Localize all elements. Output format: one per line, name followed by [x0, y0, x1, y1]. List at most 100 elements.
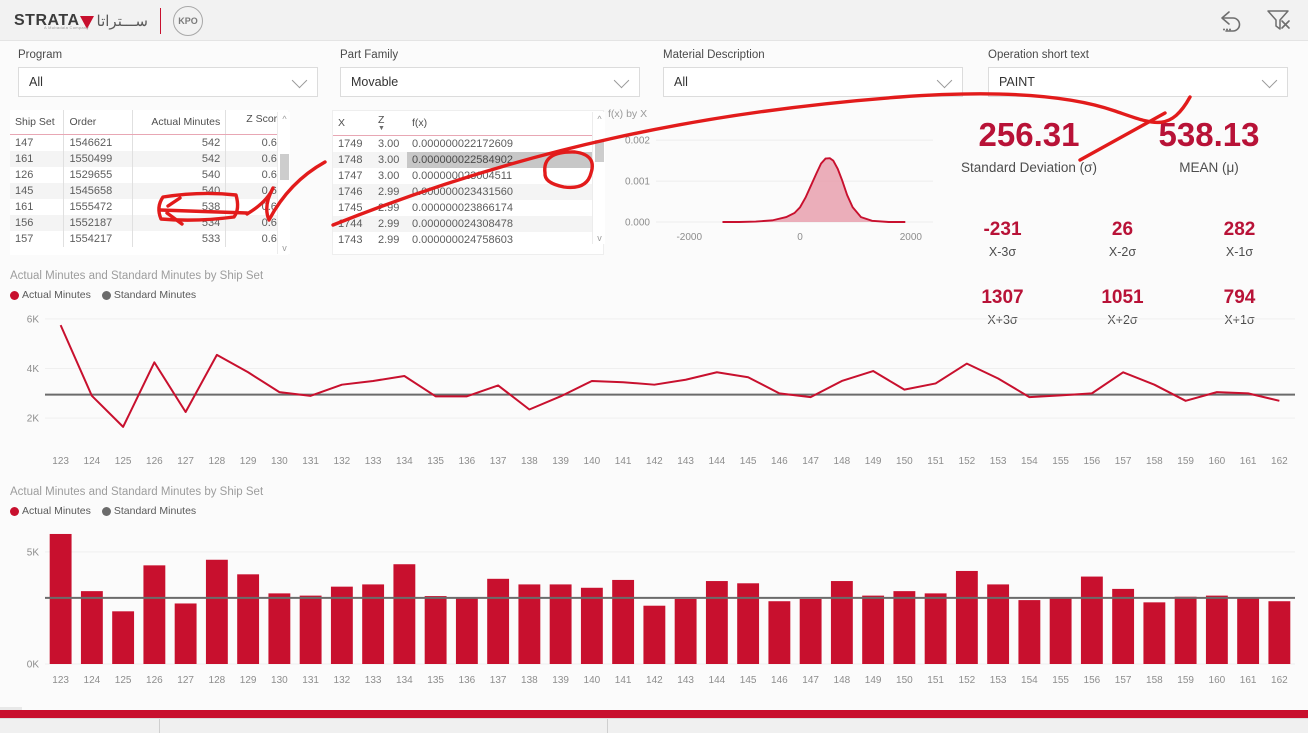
svg-text:153: 153 [990, 675, 1007, 686]
table-row[interactable]: 161 1555472 538 0.61 [10, 199, 288, 215]
cell-x: 1748 [338, 154, 363, 166]
table-row[interactable]: 1745 2.99 0.000000023866174 [333, 200, 603, 216]
svg-text:139: 139 [552, 675, 569, 686]
filter-part-family-dropdown[interactable]: Movable [340, 67, 640, 97]
scroll-down-icon[interactable]: v [593, 231, 606, 244]
column-header-ship-set[interactable]: Ship Set [10, 110, 64, 135]
kpi-x-minus-2-sigma-label: X-2σ [1108, 245, 1137, 259]
cell-order: 1550499 [63, 151, 133, 167]
svg-text:130: 130 [271, 456, 288, 467]
kpi-card-x-minus-1-sigma[interactable]: 282 X-1σ [1182, 220, 1297, 259]
column-header-order[interactable]: Order [63, 110, 133, 135]
svg-text:126: 126 [146, 456, 163, 467]
legend-label: Actual Minutes [22, 505, 91, 517]
column-header-z[interactable]: Z ▼ [373, 111, 407, 136]
filter-part-family-value: Movable [351, 75, 399, 89]
cell-fx: 0.000000023866174 [412, 202, 513, 214]
cell-ship-set: 126 [15, 169, 34, 181]
svg-text:158: 158 [1146, 675, 1163, 686]
fx-table-scrollbar[interactable]: ^ v [592, 112, 605, 244]
cell-z: 2.99 [378, 186, 400, 198]
scrollbar-thumb[interactable] [595, 140, 604, 162]
strata-arabic-wordmark: ســـتراتا [96, 13, 148, 30]
column-header-fx[interactable]: f(x) [407, 111, 603, 136]
bar-chart-legend[interactable]: Actual Minutes Standard Minutes [10, 505, 1300, 517]
svg-text:5K: 5K [27, 547, 40, 558]
svg-text:125: 125 [115, 675, 132, 686]
svg-text:129: 129 [240, 675, 257, 686]
legend-item-actual-minutes[interactable]: Actual Minutes [10, 289, 91, 301]
svg-text:161: 161 [1240, 456, 1257, 467]
filter-program-dropdown[interactable]: All [18, 67, 318, 97]
kpi-card-x-minus-2-sigma[interactable]: 26 X-2σ [1065, 220, 1180, 259]
svg-text:127: 127 [177, 456, 194, 467]
table-row[interactable]: 1746 2.99 0.000000023431560 [333, 184, 603, 200]
svg-text:4K: 4K [27, 364, 40, 375]
bar-chart-visual[interactable]: Actual Minutes and Standard Minutes by S… [10, 486, 1300, 701]
scroll-up-icon[interactable]: ^ [593, 112, 606, 125]
ship-set-table[interactable]: Ship SetOrderActual MinutesZ Score▼ 147 1… [10, 110, 288, 247]
table-row[interactable]: 1748 3.00 0.000000022584902 [333, 152, 603, 168]
svg-text:162: 162 [1271, 456, 1288, 467]
column-header-actual-minutes[interactable]: Actual Minutes [131, 110, 226, 135]
cell-fx: 0.000000023431560 [412, 186, 513, 198]
kpi-card-mean[interactable]: 538.13 MEAN (μ) [1120, 118, 1298, 175]
legend-color-swatch [101, 506, 111, 516]
scrollbar-thumb[interactable] [280, 154, 289, 180]
svg-text:160: 160 [1209, 675, 1226, 686]
svg-text:151: 151 [927, 456, 944, 467]
line-chart-visual[interactable]: Actual Minutes and Standard Minutes by S… [10, 270, 1300, 485]
table-row[interactable]: 156 1552187 534 0.60 [10, 215, 288, 231]
svg-text:6K: 6K [27, 314, 40, 325]
svg-text:123: 123 [52, 675, 69, 686]
legend-item-standard-minutes[interactable]: Standard Minutes [101, 505, 196, 517]
filter-program-value: All [29, 75, 43, 89]
scroll-up-icon[interactable]: ^ [278, 112, 291, 125]
svg-text:157: 157 [1115, 675, 1132, 686]
svg-text:162: 162 [1271, 675, 1288, 686]
column-header-x[interactable]: X [333, 111, 373, 136]
legend-item-standard-minutes[interactable]: Standard Minutes [101, 289, 197, 301]
table-row[interactable]: 147 1546621 542 0.62 [10, 134, 288, 151]
table-row[interactable]: 161 1550499 542 0.62 [10, 151, 288, 167]
filter-material-description: Material Description All [663, 49, 963, 97]
svg-text:157: 157 [1115, 456, 1132, 467]
svg-text:0K: 0K [27, 660, 40, 671]
table-row[interactable]: 1744 2.99 0.000000024308478 [333, 216, 603, 232]
fx-table[interactable]: X Z ▼ f(x) 1749 3.00 0.000000022172609 1748 3.0… [333, 111, 603, 248]
kpi-x-minus-3-sigma-value: -231 [983, 219, 1022, 240]
taskbar-segment [161, 719, 608, 733]
cell-ship-set: 161 [15, 201, 34, 213]
ship-set-table-scrollbar[interactable]: ^ v [277, 112, 290, 254]
undo-reset-icon[interactable] [1216, 5, 1246, 35]
svg-text:131: 131 [302, 456, 319, 467]
svg-text:128: 128 [209, 675, 226, 686]
table-row[interactable]: 126 1529655 540 0.62 [10, 167, 288, 183]
kpi-card-std-dev[interactable]: 256.31 Standard Deviation (σ) [940, 118, 1118, 175]
table-row[interactable]: 157 1554217 533 0.60 [10, 231, 288, 247]
legend-item-actual-minutes[interactable]: Actual Minutes [10, 505, 91, 517]
svg-text:135: 135 [427, 456, 444, 467]
fx-by-x-chart[interactable]: f(x) by X 0.000 0.001 0.002 -2000 0 2000 [608, 108, 938, 256]
filter-material-description-dropdown[interactable]: All [663, 67, 963, 97]
table-row[interactable]: 145 1545658 540 0.62 [10, 183, 288, 199]
kpi-x-minus-1-sigma-value: 282 [1223, 219, 1256, 240]
scroll-down-icon[interactable]: v [278, 241, 291, 254]
svg-text:0: 0 [797, 232, 803, 243]
kpi-card-x-minus-3-sigma[interactable]: -231 X-3σ [945, 220, 1060, 259]
svg-text:146: 146 [771, 456, 788, 467]
clear-filters-icon[interactable] [1264, 5, 1294, 35]
table-row[interactable]: 1747 3.00 0.000000023004511 [333, 168, 603, 184]
svg-text:144: 144 [709, 675, 726, 686]
table-row[interactable]: 1743 2.99 0.000000024758603 [333, 232, 603, 248]
os-taskbar[interactable] [0, 718, 1308, 733]
svg-text:152: 152 [959, 456, 976, 467]
table-row[interactable]: 1749 3.00 0.000000022172609 [333, 136, 603, 153]
fx-table-panel: X Z ▼ f(x) 1749 3.00 0.000000022172609 1748 3.0… [332, 110, 604, 255]
svg-text:156: 156 [1084, 456, 1101, 467]
svg-text:143: 143 [677, 456, 694, 467]
line-chart-legend[interactable]: Actual Minutes Standard Minutes [10, 289, 1300, 301]
legend-label: Standard Minutes [113, 289, 197, 301]
filter-operation-short-text-dropdown[interactable]: PAINT [988, 67, 1288, 97]
svg-text:126: 126 [146, 675, 163, 686]
